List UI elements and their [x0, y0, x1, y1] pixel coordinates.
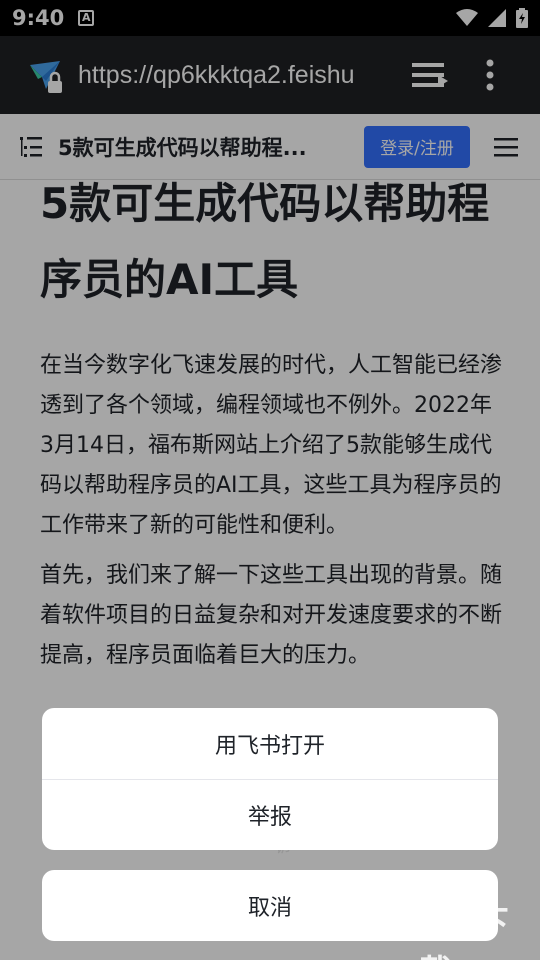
- open-in-feishu-button[interactable]: 用飞书打开: [42, 708, 498, 779]
- site-logo: KK下载: [418, 904, 511, 960]
- action-sheet-options: 用飞书打开 举报: [42, 708, 498, 850]
- report-button[interactable]: 举报: [42, 779, 498, 850]
